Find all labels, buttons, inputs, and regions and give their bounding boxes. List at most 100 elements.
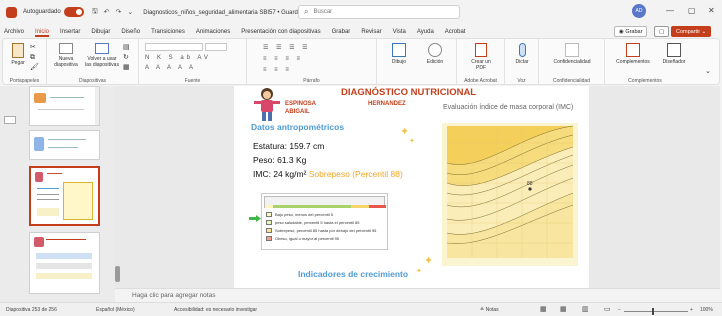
language-status[interactable]: Español (México)	[96, 307, 135, 313]
save-icon[interactable]: 🖫	[92, 7, 98, 18]
document-title[interactable]: Diagnosticos_niños_seguridad_alimentaria…	[143, 9, 314, 16]
chart-x-axis	[447, 258, 573, 266]
avatar[interactable]: AD	[632, 4, 646, 18]
maximize-button[interactable]: ▢	[688, 6, 696, 15]
reuse-slides-button[interactable]: Volver a usar las diapositivas	[85, 43, 119, 68]
new-slide-button[interactable]: Nueva diapositiva	[51, 43, 81, 68]
new-slide-icon	[59, 43, 73, 54]
legend-label: Obeso, igual o mayor al percentil 95	[275, 235, 340, 241]
redo-icon[interactable]: ↷	[116, 8, 122, 16]
growth-indicators-title[interactable]: Indicadores de crecimiento	[298, 269, 408, 279]
notes-pane[interactable]: Haga clic para agregar notas	[115, 288, 720, 302]
slide-thumbnail-selected[interactable]: ▬▬▬▬▬	[29, 166, 100, 226]
quick-access-more-icon[interactable]: ⌄	[127, 8, 133, 16]
status-bar: Diapositiva 253 de 256 Español (México) …	[0, 302, 722, 316]
voice-group-label: Voz	[517, 78, 526, 84]
list-buttons-row[interactable]: ☰ ☰ ☰ ☰	[263, 44, 311, 51]
bmi-growth-chart[interactable]: 88	[442, 123, 578, 266]
slide[interactable]: DIAGNÓSTICO NUTRICIONAL ESPINOSA HERNAND…	[234, 86, 589, 288]
patient-surname-2[interactable]: HERNANDEZ	[368, 101, 406, 107]
slides-group: Nueva diapositiva Volver a usar las diap…	[47, 39, 139, 85]
acrobat-group: Crear un PDF Adobe Acrobat	[457, 39, 505, 85]
section-icon[interactable]: ▦	[123, 64, 130, 71]
normal-view-icon[interactable]: ▦	[540, 305, 547, 313]
tab-dibujar[interactable]: Dibujar	[91, 29, 110, 35]
create-pdf-button[interactable]: Crear un PDF	[467, 43, 495, 71]
thumb-line	[48, 139, 86, 140]
bmi-legend-card[interactable]: Bajo peso, menos del percentil 5 peso sa…	[261, 193, 388, 250]
font-size-select[interactable]	[205, 43, 227, 51]
zoom-out-icon[interactable]: −	[618, 307, 621, 313]
pane-splitter[interactable]	[115, 266, 120, 282]
font-family-select[interactable]	[145, 43, 203, 51]
zoom-slider[interactable]	[624, 311, 688, 312]
bmi-chart-title[interactable]: Evaluación índice de masa corporal (IMC)	[443, 104, 573, 111]
font-format-row[interactable]: N K S ab AV	[145, 55, 211, 61]
slide-thumbnail[interactable]	[29, 130, 100, 160]
green-arrow-icon	[249, 215, 261, 222]
font-color-row[interactable]: A A A A A	[145, 65, 196, 71]
minimize-button[interactable]: —	[666, 6, 674, 15]
weight-value[interactable]: Peso: 61.3 Kg	[253, 155, 306, 165]
dictate-button[interactable]: Dictar	[511, 43, 533, 65]
tab-ayuda[interactable]: Ayuda	[417, 29, 434, 35]
accessibility-status[interactable]: Accesibilidad: es necesario investigar	[174, 307, 257, 313]
patient-given-name[interactable]: ABIGAIL	[285, 109, 310, 115]
format-painter-icon[interactable]: 🖌	[30, 64, 39, 71]
cut-icon[interactable]: ✂	[30, 44, 36, 51]
tab-presentacion[interactable]: Presentación con diapositivas	[241, 29, 320, 35]
autosave-toggle[interactable]	[63, 7, 84, 17]
bmi-line[interactable]: IMC: 24 kg/m² Sobrepeso (Percentil 88)	[253, 169, 403, 179]
anthropometric-title[interactable]: Datos antropométricos	[251, 122, 344, 132]
patient-surname-1[interactable]: ESPINOSA	[285, 101, 316, 107]
reading-view-icon[interactable]: ▥	[582, 305, 589, 313]
slide-title[interactable]: DIAGNÓSTICO NUTRICIONAL	[341, 87, 476, 98]
undo-icon[interactable]: ↶	[104, 8, 110, 16]
comments-button[interactable]: ▢	[654, 26, 670, 37]
confidentiality-button[interactable]: Confidencialidad	[545, 43, 599, 65]
notes-placeholder[interactable]: Haga clic para agregar notas	[132, 292, 215, 299]
share-button[interactable]: Compartir ⌄	[671, 26, 712, 37]
thumb-side-icon	[4, 116, 16, 124]
clipboard-group: Pegar ✂ ⧉ 🖌 Portapapeles	[3, 39, 47, 85]
zoom-slider-handle[interactable]	[652, 308, 654, 315]
tab-grabar[interactable]: Grabar	[332, 29, 351, 35]
editing-button[interactable]: Edición	[423, 43, 447, 65]
tab-archivo[interactable]: Archivo	[4, 29, 24, 35]
tab-diseno[interactable]: Diseño	[121, 29, 140, 35]
drawing-button[interactable]: Dibujo	[387, 43, 411, 65]
thumb-line	[37, 199, 59, 200]
paste-button[interactable]: Pegar	[9, 43, 27, 66]
tab-vista[interactable]: Vista	[393, 29, 406, 35]
tab-revisar[interactable]: Revisar	[361, 29, 381, 35]
tab-inicio[interactable]: Inicio	[35, 29, 50, 37]
tab-acrobat[interactable]: Acrobat	[445, 29, 466, 35]
tab-transiciones[interactable]: Transiciones	[151, 29, 185, 35]
thumb-line	[50, 97, 84, 98]
copy-icon[interactable]: ⧉	[30, 54, 35, 61]
pdf-icon	[475, 43, 487, 57]
addins-button[interactable]: Complementos	[611, 43, 655, 65]
reuse-slides-label: Volver a usar las diapositivas	[85, 56, 119, 68]
tab-insertar[interactable]: Insertar	[60, 29, 80, 35]
layout-icon[interactable]: ▤	[123, 44, 130, 51]
record-button[interactable]: ◉ Grabar	[614, 26, 648, 37]
zoom-in-icon[interactable]: +	[690, 307, 693, 313]
sorter-view-icon[interactable]: ▦	[560, 305, 567, 313]
reset-icon[interactable]: ↻	[123, 54, 129, 61]
notes-button[interactable]: ≜ Notas	[480, 307, 499, 313]
search-input[interactable]: ⌕ Buscar	[298, 5, 460, 19]
confidentiality-group: Confidencialidad Confidencialidad	[539, 39, 605, 85]
designer-button[interactable]: Diseñador	[659, 43, 689, 65]
slide-thumbnail[interactable]	[29, 86, 100, 126]
close-button[interactable]: ✕	[708, 6, 715, 15]
align-buttons-row[interactable]: ≡ ≡ ≡ ≡	[263, 56, 303, 62]
collapse-ribbon-icon[interactable]: ⌄	[705, 68, 711, 75]
zoom-level[interactable]: 100%	[700, 307, 713, 313]
height-value[interactable]: Estatura: 159.7 cm	[253, 141, 324, 151]
slide-thumbnails-pane[interactable]: ▬▬▬▬▬	[0, 86, 115, 302]
slide-thumbnail[interactable]	[29, 232, 100, 294]
slideshow-icon[interactable]: ▭	[604, 305, 611, 313]
columns-buttons-row[interactable]: ≡ ≡ ≡	[263, 67, 292, 73]
tab-animaciones[interactable]: Animaciones	[196, 29, 230, 35]
